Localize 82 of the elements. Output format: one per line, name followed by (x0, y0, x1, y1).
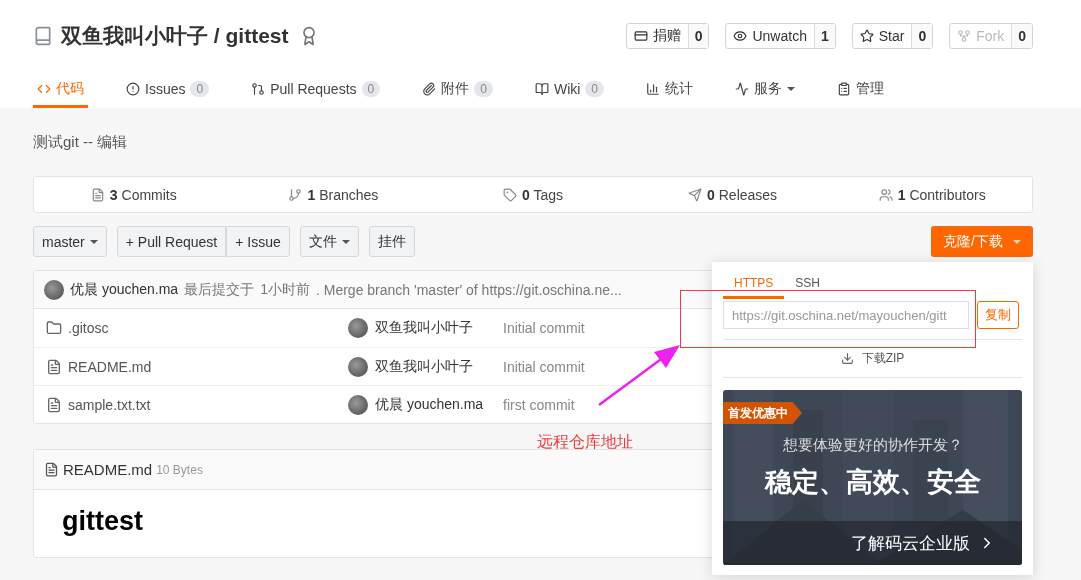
file-menu-button[interactable]: 文件 (299, 226, 359, 257)
clipboard-icon (837, 81, 852, 96)
avatar (348, 318, 368, 338)
nav-tab[interactable]: Wiki 0 (530, 72, 609, 108)
nav-tab[interactable]: 附件 0 (418, 72, 497, 108)
promo-slogan: 稳定、高效、安全 (763, 466, 982, 499)
action-button[interactable]: 捐赠 0 (625, 23, 710, 49)
fork-icon (957, 29, 972, 43)
tag-icon (502, 187, 517, 202)
caret-icon (341, 239, 350, 244)
nav-tab[interactable]: 管理 (833, 72, 889, 108)
commit-label: 最后提交于 (184, 280, 255, 299)
document-icon (44, 462, 59, 477)
stat-link[interactable]: 0 Releases (707, 186, 778, 203)
bar-chart-icon (646, 81, 661, 96)
stat-link[interactable]: 0 Tags (521, 186, 563, 203)
repo-description: 测试git -- 编辑 (33, 131, 129, 152)
nav-tab[interactable]: 服务 (731, 72, 800, 108)
file-author: 双鱼我叫小叶子 (375, 319, 473, 337)
count-badge: 0 (585, 80, 605, 97)
action-button[interactable]: Star 0 (851, 23, 934, 49)
action-count: 0 (911, 24, 933, 48)
promo-badge: 首发优惠中 (723, 402, 802, 424)
stat-link[interactable]: 1 Contributors (897, 186, 986, 203)
file-author: 优晨 youchen.ma (375, 395, 484, 414)
branch-select[interactable]: master (33, 226, 107, 257)
commit-message: . Merge branch 'master' of https://git.oschina.ne... (315, 281, 622, 298)
file-commit-message: Initial commit (503, 358, 585, 375)
commit-time: 1小时前 (260, 280, 310, 299)
nav-tab[interactable]: Pull Requests 0 (247, 72, 385, 108)
caret-icon (89, 239, 98, 244)
readme-size: 10 Bytes (156, 462, 203, 477)
action-count: 0 (687, 24, 709, 48)
star-icon (859, 29, 874, 43)
new-button[interactable]: + Pull Request (116, 226, 227, 257)
paper-plane-icon (688, 187, 703, 202)
pull-request-icon (251, 81, 266, 96)
protocol-tab[interactable]: SSH (784, 272, 832, 299)
file-commit-message: first commit (503, 396, 575, 413)
repo-title: 双鱼我叫小叶子 / gittest (61, 23, 289, 49)
alert-circle-icon (126, 81, 140, 96)
credit-card-icon (633, 29, 648, 43)
action-count: 0 (1011, 24, 1032, 48)
file-name[interactable]: sample.txt.txt (68, 396, 151, 413)
nav-tab[interactable]: 统计 (642, 72, 698, 108)
repo-icon (33, 26, 53, 46)
file-icon (46, 396, 62, 413)
action-button[interactable]: Unwatch 1 (725, 23, 836, 49)
document-icon (90, 187, 105, 202)
promo-banner[interactable]: 首发优惠中 想要体验更好的协作开发？ 稳定、高效、安全 了解码云企业版 (723, 390, 1022, 565)
plugins-button[interactable]: 挂件 (368, 226, 415, 257)
download-zip-link[interactable]: 下载ZIP (861, 350, 905, 367)
annotation-text: 远程仓库地址 (537, 432, 633, 452)
avatar (348, 356, 368, 377)
branch-icon (288, 187, 303, 202)
avatar (44, 279, 64, 300)
stat-link[interactable]: 3 Commits (109, 186, 177, 203)
action-count: 1 (813, 24, 835, 48)
eye-icon (733, 29, 748, 43)
book-icon (534, 81, 549, 96)
caret-icon (1013, 239, 1021, 244)
promo-question: 想要体验更好的协作开发？ (781, 436, 964, 455)
commit-author[interactable]: 优晨 youchen.ma (70, 280, 179, 299)
count-badge: 0 (190, 80, 210, 97)
file-name[interactable]: .gitosc (68, 320, 109, 336)
count-badge: 0 (361, 80, 381, 97)
file-author: 双鱼我叫小叶子 (375, 357, 473, 376)
readme-title: README.md (63, 461, 153, 478)
count-badge: 0 (474, 80, 493, 97)
file-commit-message: Initial commit (503, 320, 585, 336)
nav-tab[interactable]: Issues 0 (122, 72, 214, 108)
users-icon (878, 187, 893, 202)
new-button[interactable]: + Issue (226, 226, 290, 257)
avatar (348, 394, 368, 415)
file-name[interactable]: README.md (68, 358, 152, 375)
stat-link[interactable]: 1 Branches (307, 186, 379, 203)
paperclip-icon (422, 81, 437, 96)
pulse-icon (735, 81, 750, 96)
file-icon (46, 358, 62, 375)
folder-icon (46, 320, 62, 336)
download-icon (840, 352, 854, 365)
readme-heading: gittest (62, 506, 143, 537)
